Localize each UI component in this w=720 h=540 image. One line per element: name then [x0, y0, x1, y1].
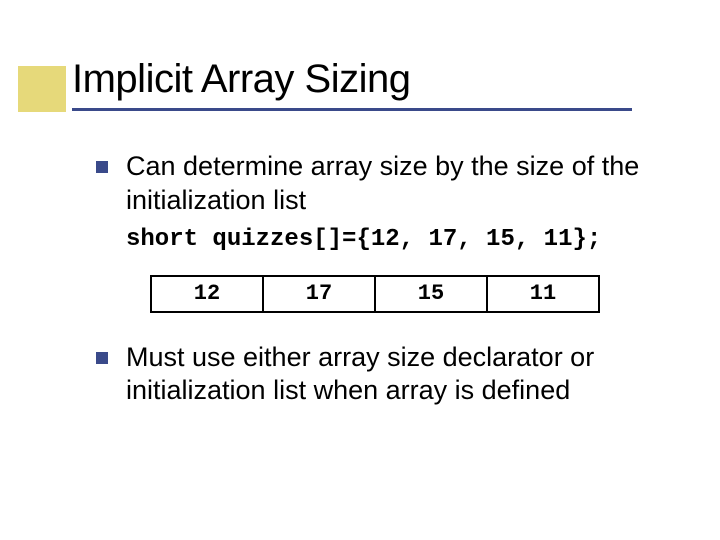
slide-body: Can determine array size by the size of …: [96, 150, 656, 414]
slide-title: Implicit Array Sizing: [72, 56, 410, 102]
bullet-text: Can determine array size by the size of …: [126, 150, 656, 218]
array-cell: 11: [487, 276, 599, 312]
bullet-text: Must use either array size declarator or…: [126, 341, 656, 409]
slide: Implicit Array Sizing Can determine arra…: [0, 0, 720, 540]
array-table: 12 17 15 11: [150, 275, 600, 313]
bullet-item: Can determine array size by the size of …: [96, 150, 656, 218]
bullet-item: Must use either array size declarator or…: [96, 341, 656, 409]
bullet-square-icon: [96, 161, 108, 173]
array-cell: 17: [263, 276, 375, 312]
title-underline: [72, 108, 632, 111]
array-cell: 15: [375, 276, 487, 312]
table-row: 12 17 15 11: [151, 276, 599, 312]
array-cell: 12: [151, 276, 263, 312]
title-container: Implicit Array Sizing: [72, 56, 410, 102]
bullet-square-icon: [96, 352, 108, 364]
title-accent-box: [18, 66, 66, 112]
code-snippet: short quizzes[]={12, 17, 15, 11};: [126, 226, 656, 253]
